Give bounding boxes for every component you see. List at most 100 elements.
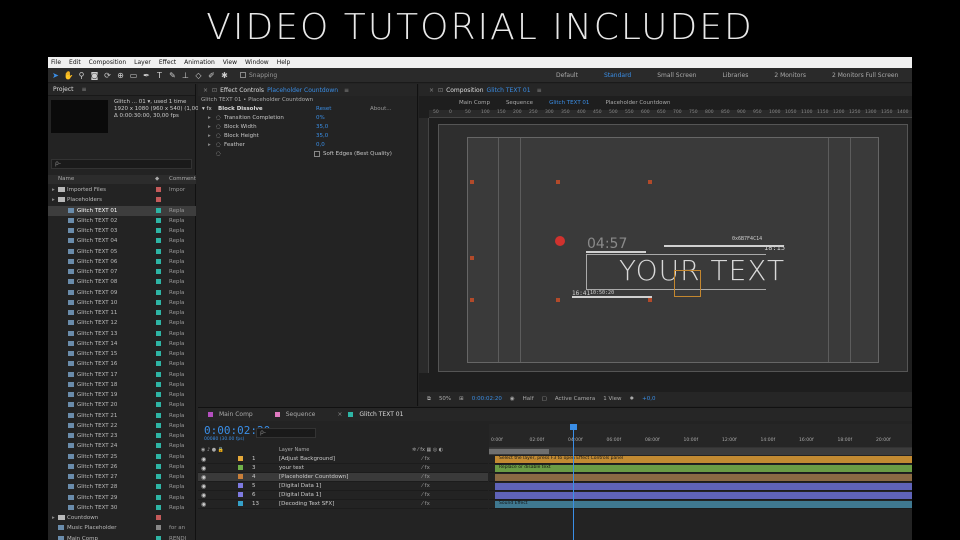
expand-arrow-icon[interactable]: ▸ [52,197,55,203]
comp-breadcrumb-item[interactable]: Main Comp [459,100,490,106]
label-color-swatch[interactable] [156,207,161,213]
label-color-swatch[interactable] [156,412,161,418]
panel-menu-icon[interactable]: ≡ [537,87,542,94]
project-folder[interactable]: ▸ Imported Files Impor [48,185,196,195]
roto-brush-tool-icon[interactable]: ✐ [206,70,217,81]
fx-icon[interactable]: ▾ fx [202,105,212,114]
effect-param-row[interactable]: ▸ ◌ Block Height 35,0 [198,132,417,141]
panel-menu-icon[interactable]: ≡ [82,86,87,93]
view-layout-select[interactable]: 1 View [603,396,621,402]
label-color-swatch[interactable] [156,228,161,233]
camera-tool-icon[interactable]: ◙ [89,70,100,81]
menu-edit[interactable]: Edit [69,59,81,66]
timeline-tab[interactable]: Sequence [274,411,315,418]
layer-bar-fill[interactable] [495,492,912,499]
soft-edges-row[interactable]: ◌ Soft Edges (Best Quality) [198,150,417,159]
motion-path-point[interactable] [648,298,652,302]
lock-icon[interactable]: ⊡ [438,87,443,94]
label-color-swatch[interactable] [156,258,161,264]
project-item[interactable]: Glitch TEXT 16 Repla [48,359,196,369]
project-item[interactable]: Glitch TEXT 07 Repla [48,267,196,277]
layer-bar-fill[interactable] [495,501,912,508]
timeline-tab[interactable]: × Glitch TEXT 01 [337,411,403,418]
layer-switches-icon[interactable]: ⁄ fx [422,474,430,480]
project-item[interactable]: Glitch TEXT 27 Repla [48,472,196,482]
visibility-eye-icon[interactable]: ◉ [201,456,206,463]
snapping-checkbox[interactable] [240,72,246,78]
label-color-swatch[interactable] [156,525,161,531]
orbit-tool-icon[interactable]: ⟳ [102,70,113,81]
rectangle-tool-icon[interactable]: ▭ [128,70,139,81]
label-color-swatch[interactable] [156,289,161,295]
comp-breadcrumb-item[interactable]: Placeholder Countdown [605,100,670,106]
hand-tool-icon[interactable]: ✋ [63,70,74,81]
label-color-swatch[interactable] [156,474,161,479]
timeline-search-input[interactable]: ρ- [256,428,316,438]
label-color-swatch[interactable] [156,238,161,244]
close-icon[interactable]: × [203,87,208,94]
comment-column-header[interactable]: Comment [169,176,196,182]
layer-name[interactable]: [Adjust Background] [279,456,335,462]
playhead[interactable] [573,424,574,540]
layer-name[interactable]: [Digital Data 1] [279,492,321,498]
menu-effect[interactable]: Effect [159,59,176,66]
comp-breadcrumb-item[interactable]: Glitch TEXT 01 [549,100,589,106]
layer-switches-icon[interactable]: ⁄ fx [422,492,430,498]
label-color-swatch[interactable] [156,381,161,387]
label-color-swatch[interactable] [156,504,161,510]
motion-path-point[interactable] [470,180,474,184]
label-color-swatch[interactable] [156,320,161,326]
visibility-eye-icon[interactable]: ◉ [201,465,206,472]
menu-layer[interactable]: Layer [134,59,151,66]
project-item[interactable]: Glitch TEXT 22 Repla [48,421,196,431]
clone-stamp-tool-icon[interactable]: ⊥ [180,70,191,81]
workspace-2[interactable]: Small Screen [657,72,696,79]
expand-arrow-icon[interactable]: ▸ [52,187,55,193]
project-item[interactable]: Glitch TEXT 19 Repla [48,390,196,400]
project-item[interactable]: Glitch TEXT 13 Repla [48,329,196,339]
menu-window[interactable]: Window [245,59,269,66]
label-color-swatch[interactable] [156,494,161,500]
placeholder-text[interactable]: YOUR TEXT [619,254,785,287]
menu-file[interactable]: File [51,59,61,66]
layer-row[interactable]: ◉ 1 [Adjust Background] ⁄ fx [198,455,488,464]
layer-row[interactable]: ◉ 13 [Decoding Text SFX] ⁄ fx [198,500,488,509]
expand-arrow-icon[interactable]: ▸ [208,123,211,132]
snapping-toggle[interactable]: Snapping [240,72,277,79]
layer-label-swatch[interactable] [238,501,243,506]
menu-help[interactable]: Help [277,59,291,66]
layer-row[interactable]: ◉ 6 [Digital Data 1] ⁄ fx [198,491,488,500]
work-area[interactable] [489,449,549,454]
project-item[interactable]: Glitch TEXT 03 Repla [48,226,196,236]
project-item[interactable]: Glitch TEXT 08 Repla [48,277,196,287]
label-color-swatch[interactable] [156,361,161,367]
effect-header[interactable]: ▾ fx Block Dissolve Reset About... [198,105,417,114]
project-item[interactable]: Glitch TEXT 24 Repla [48,441,196,451]
composition-tab[interactable]: × ⊡ Composition Glitch TEXT 01 ≡ [419,84,912,96]
project-item[interactable]: Glitch TEXT 01 Repla [48,205,196,216]
label-color-swatch[interactable] [156,269,161,274]
project-item[interactable]: Glitch TEXT 14 Repla [48,339,196,349]
workspace-4[interactable]: 2 Monitors [774,72,806,79]
close-icon[interactable]: × [429,87,434,94]
pan-behind-tool-icon[interactable]: ⊕ [115,70,126,81]
eraser-tool-icon[interactable]: ◇ [193,70,204,81]
layer-name[interactable]: your text [279,465,304,471]
label-color-swatch[interactable] [156,217,161,223]
project-item[interactable]: Glitch TEXT 09 Repla [48,288,196,298]
layer-bar-fill[interactable] [495,465,912,472]
layer-row[interactable]: ◉ 5 [Digital Data 1] ⁄ fx [198,482,488,491]
workspace-1[interactable]: Standard [604,72,631,79]
visibility-eye-icon[interactable]: ◉ [201,492,206,499]
stopwatch-icon[interactable]: ◌ [216,150,221,159]
label-color-swatch[interactable] [156,535,161,540]
visibility-eye-icon[interactable]: ◉ [201,501,206,508]
visibility-eye-icon[interactable]: ◉ [201,483,206,490]
layer-duration-bar[interactable] [489,482,912,491]
project-item[interactable]: Glitch TEXT 20 Repla [48,400,196,410]
project-item[interactable]: Glitch TEXT 15 Repla [48,349,196,359]
reset-button[interactable]: Reset [316,105,331,114]
label-color-swatch[interactable] [156,279,161,285]
label-color-swatch[interactable] [156,422,161,428]
project-item[interactable]: Glitch TEXT 26 Repla [48,462,196,472]
